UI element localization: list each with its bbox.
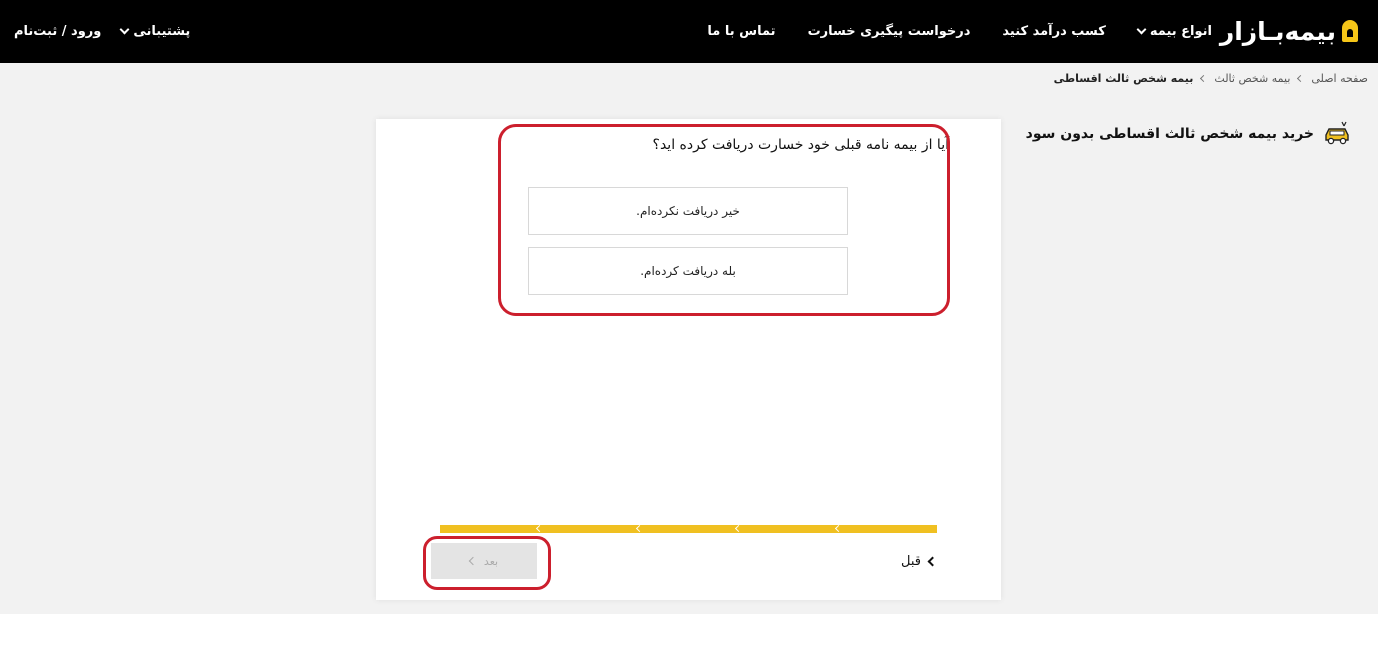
- chevron-right-icon: [927, 556, 938, 566]
- nav-support[interactable]: پشتیبانی: [119, 24, 190, 39]
- nav-contact-us[interactable]: تماس با ما: [707, 24, 775, 39]
- breadcrumb-home[interactable]: صفحه اصلی: [1311, 72, 1368, 85]
- page-heading: خرید بیمه شخص ثالث اقساطی بدون سود: [1026, 120, 1352, 148]
- question-text: آیا از بیمه نامه قبلی خود خسارت دریافت ک…: [652, 137, 949, 153]
- logo-icon: [1342, 20, 1358, 42]
- chevron-left-icon: [468, 556, 478, 566]
- login-register-link[interactable]: ورود / ثبت‌نام: [14, 24, 101, 39]
- progress-step: [638, 525, 739, 533]
- logo[interactable]: بیمه‌بـازار: [1220, 14, 1358, 48]
- top-navbar: بیمه‌بـازار انواع بیمه کسب درآمد کنید در…: [0, 0, 1378, 63]
- prev-button[interactable]: قبل: [901, 549, 938, 573]
- next-button[interactable]: بعد: [431, 543, 537, 579]
- progress-step: [440, 525, 540, 533]
- question-card: آیا از بیمه نامه قبلی خود خسارت دریافت ک…: [376, 119, 1001, 600]
- nav-earn-income[interactable]: کسب درآمد کنید: [1002, 24, 1105, 39]
- nav-claim-tracking[interactable]: درخواست پیگیری خسارت: [808, 24, 971, 39]
- progress-step: [738, 525, 838, 533]
- main-nav: انواع بیمه کسب درآمد کنید درخواست پیگیری…: [707, 0, 1212, 63]
- car-icon: [1325, 121, 1349, 145]
- option-no-claim[interactable]: خیر دریافت نکرده‌ام.: [528, 187, 848, 235]
- footer-strip: [0, 614, 1378, 658]
- chevron-down-icon: [119, 24, 130, 35]
- option-yes-claim[interactable]: بله دریافت کرده‌ام.: [528, 247, 848, 295]
- chevron-left-icon: [1297, 74, 1305, 83]
- progress-step: [837, 525, 938, 533]
- user-nav: پشتیبانی ورود / ثبت‌نام: [14, 0, 190, 63]
- progress-step: [539, 525, 639, 533]
- breadcrumb: صفحه اصلی بیمه شخص ثالث بیمه شخص ثالث اق…: [1054, 72, 1368, 85]
- logo-text: بیمه‌بـازار: [1219, 16, 1336, 46]
- page-title: خرید بیمه شخص ثالث اقساطی بدون سود: [1025, 126, 1314, 142]
- progress-bar: [440, 525, 938, 533]
- nav-insurance-types[interactable]: انواع بیمه: [1136, 24, 1212, 39]
- breadcrumb-current: بیمه شخص ثالث اقساطی: [1053, 72, 1194, 85]
- chevron-down-icon: [1136, 24, 1147, 35]
- breadcrumb-third-party[interactable]: بیمه شخص ثالث: [1214, 72, 1290, 85]
- chevron-left-icon: [1200, 74, 1208, 83]
